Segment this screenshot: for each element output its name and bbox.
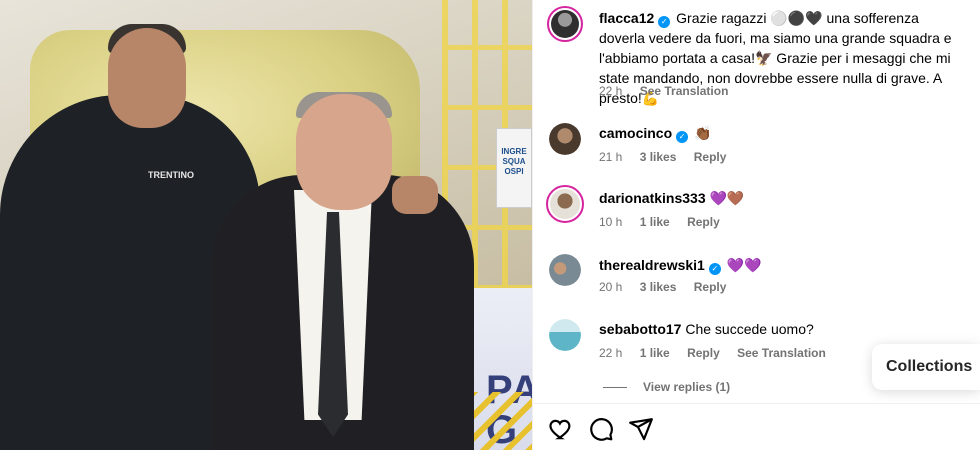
comment-text: 💜💜: [726, 257, 762, 273]
comment-text-block: therealdrewski1 ✓ 💜💜: [599, 256, 967, 275]
photo-player-head: [108, 28, 186, 128]
caption-meta: 22 h See Translation: [599, 84, 742, 98]
view-replies-line: [603, 387, 627, 389]
comment-avatar-image: [549, 123, 581, 155]
comment-username[interactable]: darionatkins333: [599, 190, 706, 206]
comment-see-translation[interactable]: See Translation: [737, 346, 826, 360]
caption-see-translation[interactable]: See Translation: [640, 84, 729, 98]
comment-text: 💜🤎: [709, 190, 745, 206]
verified-badge-icon: ✓: [676, 131, 689, 143]
comment-username[interactable]: therealdrewski1: [599, 257, 705, 273]
author-avatar[interactable]: [547, 6, 583, 42]
comment-time[interactable]: 21 h: [599, 150, 622, 164]
view-replies-label[interactable]: View replies (1): [643, 380, 730, 394]
comment-text-block: camocinco ✓ 👏🏾: [599, 124, 967, 143]
comment-avatar[interactable]: [546, 185, 584, 223]
comment-meta: 21 h 3 likes Reply: [599, 150, 740, 164]
photo-sign: INGRE SQUA OSPI: [496, 128, 532, 208]
comment-username[interactable]: sebabotto17: [599, 321, 681, 337]
comment-avatar-image: [549, 254, 581, 286]
verified-badge-icon: ✓: [708, 263, 721, 275]
collections-label[interactable]: Collections: [886, 358, 972, 375]
comment-text: 👏🏾: [694, 125, 712, 141]
photo-hand: [392, 176, 438, 214]
photo-coach-head: [296, 94, 392, 210]
photo-jersey-logo: TRENTINO: [148, 170, 194, 180]
caption-time[interactable]: 22 h: [599, 84, 622, 98]
comment-text-block: sebabotto17 Che succede uomo?: [599, 320, 967, 338]
comment-text-block: darionatkins333 💜🤎: [599, 189, 967, 207]
collections-popup[interactable]: Collections: [872, 344, 980, 390]
post-photo[interactable]: INGRE SQUA OSPI PA G TRENTINO: [0, 0, 532, 450]
comment-likes[interactable]: 1 like: [640, 215, 670, 229]
view-replies-link[interactable]: View replies (1): [603, 380, 730, 394]
actions-divider: [532, 403, 980, 404]
comment-avatar-image: [550, 189, 580, 219]
share-icon[interactable]: [628, 416, 654, 442]
comment-likes[interactable]: 1 like: [640, 346, 670, 360]
comment-reply-button[interactable]: Reply: [687, 215, 720, 229]
comment-meta: 10 h 1 like Reply: [599, 215, 734, 229]
author-username[interactable]: flacca12: [599, 10, 654, 26]
comment-text: Che succede uomo?: [685, 321, 814, 337]
comment-likes[interactable]: 3 likes: [640, 150, 677, 164]
comment-reply-button[interactable]: Reply: [694, 280, 727, 294]
comment-meta: 22 h 1 like Reply See Translation: [599, 346, 840, 360]
photo-stairs: [470, 392, 532, 450]
comment-avatar-image: [549, 319, 581, 351]
comment-avatar[interactable]: [549, 319, 581, 351]
comment-meta: 20 h 3 likes Reply: [599, 280, 740, 294]
comment-avatar[interactable]: [549, 123, 581, 155]
comment-time[interactable]: 10 h: [599, 215, 622, 229]
comment-avatar[interactable]: [549, 254, 581, 286]
comment-reply-button[interactable]: Reply: [694, 150, 727, 164]
comment-time[interactable]: 22 h: [599, 346, 622, 360]
comment-username[interactable]: camocinco: [599, 125, 672, 141]
comment-likes[interactable]: 3 likes: [640, 280, 677, 294]
comment-reply-button[interactable]: Reply: [687, 346, 720, 360]
verified-badge-icon: ✓: [658, 16, 671, 28]
comment-time[interactable]: 20 h: [599, 280, 622, 294]
author-avatar-image: [551, 10, 579, 38]
comment-icon[interactable]: [588, 416, 614, 442]
heart-icon[interactable]: [548, 416, 574, 442]
